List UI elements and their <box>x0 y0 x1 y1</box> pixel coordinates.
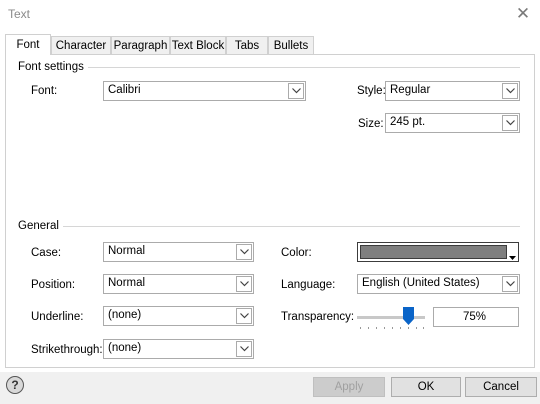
slider-tick <box>368 327 369 329</box>
close-icon[interactable]: ✕ <box>512 4 534 24</box>
chevron-down-icon[interactable] <box>502 83 518 99</box>
underline-label: Underline: <box>31 311 84 323</box>
chevron-down-icon[interactable] <box>502 115 518 131</box>
transparency-slider-track[interactable] <box>357 316 425 319</box>
slider-tick <box>384 327 385 329</box>
style-label: Style: <box>357 85 386 97</box>
position-label: Position: <box>31 279 76 291</box>
tab-tabs[interactable]: Tabs <box>226 36 268 54</box>
color-label: Color: <box>281 247 312 259</box>
title-bar: Text ✕ <box>0 0 540 28</box>
size-combo[interactable]: 245 pt. <box>385 113 520 133</box>
tab-bullets[interactable]: Bullets <box>268 36 314 54</box>
case-value: Normal <box>108 245 146 257</box>
size-label: Size: <box>358 118 384 130</box>
transparency-slider-thumb[interactable] <box>402 307 414 325</box>
style-value: Regular <box>390 84 431 96</box>
transparency-input[interactable]: 75% <box>433 307 519 327</box>
language-label: Language: <box>281 279 336 291</box>
slider-tick <box>423 327 424 329</box>
chevron-down-icon[interactable] <box>236 308 252 324</box>
slider-ticks <box>360 327 424 330</box>
slider-tick <box>400 327 401 329</box>
font-settings-divider <box>18 67 520 68</box>
strikethrough-combo[interactable]: (none) <box>103 339 254 359</box>
transparency-value: 75% <box>462 311 486 323</box>
strikethrough-value: (none) <box>108 342 142 354</box>
style-combo[interactable]: Regular <box>385 81 520 101</box>
language-value: English (United States) <box>362 277 480 289</box>
font-combo[interactable]: Calibri <box>103 81 306 101</box>
font-value: Calibri <box>108 84 141 96</box>
chevron-down-icon[interactable] <box>236 341 252 357</box>
ok-button[interactable]: OK <box>391 377 461 397</box>
slider-tick <box>360 327 361 329</box>
position-combo[interactable]: Normal <box>103 274 254 294</box>
position-value: Normal <box>108 277 146 289</box>
tab-text-block[interactable]: Text Block <box>170 36 226 54</box>
help-icon[interactable]: ? <box>6 376 24 394</box>
general-title: General <box>18 220 63 232</box>
chevron-down-icon[interactable] <box>502 276 518 292</box>
color-picker[interactable] <box>357 242 519 262</box>
apply-button[interactable]: Apply <box>313 377 385 397</box>
caret-down-icon[interactable] <box>509 249 516 263</box>
chevron-down-icon[interactable] <box>236 244 252 260</box>
slider-tick <box>392 327 393 329</box>
case-combo[interactable]: Normal <box>103 242 254 262</box>
cancel-button[interactable]: Cancel <box>465 377 537 397</box>
font-label: Font: <box>31 85 58 97</box>
window-title: Text <box>8 7 31 21</box>
chevron-down-icon[interactable] <box>236 276 252 292</box>
case-label: Case: <box>31 247 62 259</box>
underline-value: (none) <box>108 309 142 321</box>
slider-tick <box>408 327 409 329</box>
slider-tick <box>376 327 377 329</box>
chevron-down-icon[interactable] <box>288 83 304 99</box>
tab-strip: Font Character Paragraph Text Block Tabs… <box>5 34 535 55</box>
color-swatch <box>360 245 507 259</box>
size-value: 245 pt. <box>390 116 426 128</box>
underline-combo[interactable]: (none) <box>103 306 254 326</box>
tab-character[interactable]: Character <box>51 36 111 54</box>
tab-paragraph[interactable]: Paragraph <box>111 36 170 54</box>
language-combo[interactable]: English (United States) <box>357 274 520 294</box>
general-divider <box>18 226 520 227</box>
strikethrough-label: Strikethrough: <box>31 344 103 356</box>
font-settings-title: Font settings <box>18 61 88 73</box>
transparency-label: Transparency: <box>281 311 355 323</box>
slider-tick <box>416 327 417 329</box>
tab-font[interactable]: Font <box>5 34 51 55</box>
